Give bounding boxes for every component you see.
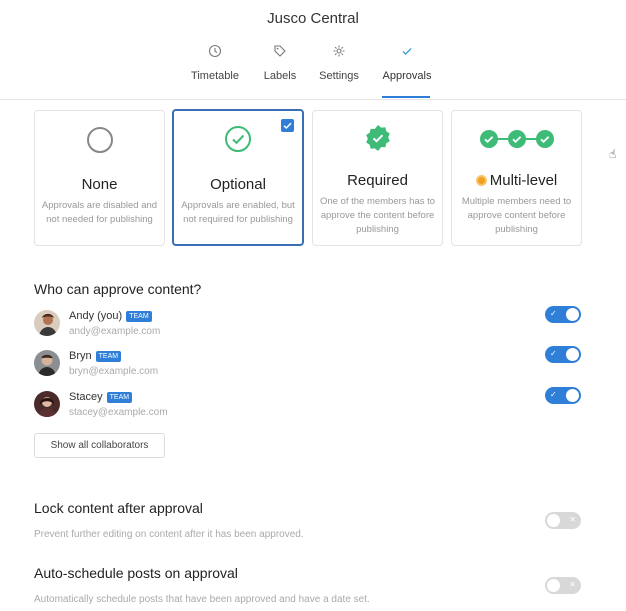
lock-content-toggle[interactable]: ✕	[545, 512, 581, 529]
team-badge: TEAM	[106, 392, 133, 403]
approver-name: Andy (you) TEAM	[69, 310, 152, 322]
tab-settings[interactable]: Settings	[314, 42, 364, 99]
premium-dot-icon	[475, 175, 487, 186]
avatar	[34, 310, 60, 336]
approval-mode-required[interactable]: ☝ Required One of the members has to app…	[312, 110, 616, 246]
auto-schedule-desc: Automatically schedule posts that have b…	[34, 594, 370, 605]
auto-schedule-title: Auto-schedule posts on approval	[34, 565, 238, 581]
workspace-title: Jusco Central	[267, 10, 359, 27]
empty-circle-icon	[86, 127, 113, 153]
multi-check-icon	[479, 130, 554, 148]
tab-label: Approvals	[382, 70, 432, 82]
pointer-cursor-icon: ☝	[609, 147, 617, 161]
verified-badge-icon	[365, 125, 390, 151]
approval-mode-options: None Approvals are disabled and not need…	[34, 109, 616, 246]
tab-label: Settings	[319, 70, 359, 82]
mode-desc: Approvals are disabled and not needed fo…	[41, 200, 158, 225]
approval-mode-none[interactable]: None Approvals are disabled and not need…	[34, 110, 165, 246]
approver-name: Stacey TEAM	[69, 391, 133, 403]
approver-name: Bryn TEAM	[69, 350, 122, 362]
approver-toggle-andy[interactable]: ✓	[545, 306, 581, 323]
team-badge: TEAM	[126, 311, 152, 322]
check-circle-icon	[225, 126, 251, 152]
gear-icon	[314, 44, 364, 66]
auto-schedule-toggle[interactable]: ✕	[545, 577, 581, 594]
active-tab-indicator	[382, 96, 430, 98]
approver-toggle-bryn[interactable]: ✓	[545, 346, 581, 363]
approver-email: andy@example.com	[69, 326, 161, 337]
tag-icon	[258, 44, 302, 66]
approval-mode-optional[interactable]: Optional Approvals are enabled, but not …	[172, 109, 304, 246]
approver-email: stacey@example.com	[69, 407, 168, 418]
lock-content-desc: Prevent further editing on content after…	[34, 529, 304, 540]
check-icon	[380, 44, 434, 66]
show-all-collaborators-button[interactable]: Show all collaborators	[34, 433, 165, 458]
avatar	[34, 391, 60, 417]
approver-email: bryn@example.com	[69, 366, 159, 377]
tab-timetable[interactable]: Timetable	[186, 42, 244, 99]
lock-content-title: Lock content after approval	[34, 500, 203, 516]
approval-mode-multi-level[interactable]: Multi-level Multiple members need to app…	[451, 110, 582, 246]
avatar	[34, 350, 60, 376]
tab-labels[interactable]: Labels	[258, 42, 302, 99]
tab-label: Timetable	[191, 70, 239, 82]
mode-desc: Approvals are enabled, but not required …	[181, 200, 295, 225]
mode-title: Required	[347, 172, 408, 189]
approvers-heading: Who can approve content?	[34, 281, 202, 297]
team-badge: TEAM	[95, 351, 122, 362]
mode-desc: One of the members has to approve the co…	[319, 196, 436, 235]
approver-row: Stacey TEAM stacey@example.com	[34, 391, 582, 427]
mode-title: None	[81, 176, 118, 193]
tab-approvals[interactable]: Approvals	[380, 42, 434, 99]
approver-toggle-stacey[interactable]: ✓	[545, 387, 581, 404]
approver-row: Bryn TEAM bryn@example.com	[34, 350, 582, 386]
tab-label: Labels	[263, 70, 297, 82]
tab-bar: Timetable Labels Settings Approvals	[0, 42, 626, 100]
mode-title: Multi-level	[452, 167, 581, 195]
mode-title: Optional	[210, 176, 266, 193]
clock-icon	[186, 44, 244, 66]
approver-row: Andy (you) TEAM andy@example.com	[34, 310, 582, 346]
mode-desc: Multiple members need to approve content…	[461, 196, 572, 235]
